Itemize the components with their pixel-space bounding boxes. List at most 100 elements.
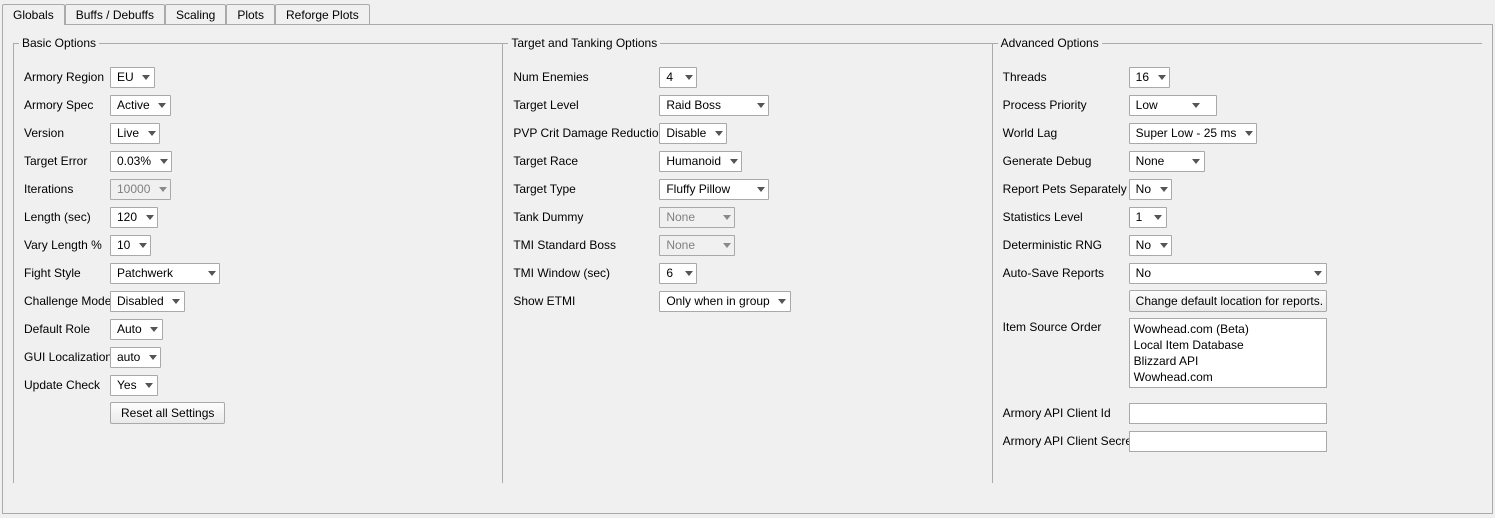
- select-tmi-boss: None: [659, 235, 735, 256]
- chevron-down-icon: [1155, 187, 1171, 192]
- label-show-etmi: Show ETMI: [513, 294, 659, 308]
- chevron-down-icon: [680, 75, 696, 80]
- label-target-race: Target Race: [513, 154, 659, 168]
- input-api-secret[interactable]: [1129, 431, 1327, 452]
- chevron-down-icon: [138, 75, 154, 80]
- select-report-pets[interactable]: No: [1129, 179, 1172, 200]
- chevron-down-icon: [752, 103, 768, 108]
- select-armory-spec[interactable]: Active: [110, 95, 171, 116]
- groupbox-advanced: Advanced Options Threads 16 Process Prio…: [992, 43, 1482, 483]
- label-target-level: Target Level: [513, 98, 659, 112]
- input-api-id[interactable]: [1129, 403, 1327, 424]
- label-stats-level: Statistics Level: [1003, 210, 1129, 224]
- group-legend: Target and Tanking Options: [508, 36, 660, 50]
- label-target-error: Target Error: [24, 154, 110, 168]
- chevron-down-icon: [203, 271, 219, 276]
- select-length[interactable]: 120: [110, 207, 158, 228]
- tab-reforge[interactable]: Reforge Plots: [275, 4, 370, 25]
- label-armory-spec: Armory Spec: [24, 98, 110, 112]
- label-priority: Process Priority: [1003, 98, 1129, 112]
- tab-scaling[interactable]: Scaling: [165, 4, 226, 25]
- select-det-rng[interactable]: No: [1129, 235, 1172, 256]
- list-item[interactable]: Blizzard API: [1134, 353, 1322, 369]
- label-item-source: Item Source Order: [1003, 318, 1129, 334]
- tab-label: Globals: [13, 8, 54, 22]
- select-world-lag[interactable]: Super Low - 25 ms: [1129, 123, 1258, 144]
- select-tmi-window[interactable]: 6: [659, 263, 697, 284]
- select-priority[interactable]: Low: [1129, 95, 1217, 116]
- listbox-item-source[interactable]: Wowhead.com (Beta) Local Item Database B…: [1129, 318, 1327, 388]
- label-world-lag: World Lag: [1003, 126, 1129, 140]
- tab-plots[interactable]: Plots: [226, 4, 275, 25]
- label-api-secret: Armory API Client Secret: [1003, 434, 1129, 448]
- chevron-down-icon: [144, 355, 160, 360]
- label-pvp-crit: PVP Crit Damage Reduction: [513, 126, 659, 140]
- label-length: Length (sec): [24, 210, 110, 224]
- select-show-etmi[interactable]: Only when in group: [659, 291, 790, 312]
- select-challenge-mode[interactable]: Disabled: [110, 291, 185, 312]
- chevron-down-icon: [680, 271, 696, 276]
- tab-globals[interactable]: Globals: [2, 4, 65, 25]
- select-target-race[interactable]: Humanoid: [659, 151, 742, 172]
- select-vary-length[interactable]: 10: [110, 235, 151, 256]
- tab-panel-globals: Basic Options Armory Region EU Armory Sp…: [2, 24, 1493, 514]
- chevron-down-icon: [718, 215, 734, 220]
- label-tank-dummy: Tank Dummy: [513, 210, 659, 224]
- list-item[interactable]: Wowhead.com: [1134, 369, 1322, 385]
- label-gen-debug: Generate Debug: [1003, 154, 1129, 168]
- tab-label: Buffs / Debuffs: [76, 8, 154, 22]
- select-gen-debug[interactable]: None: [1129, 151, 1205, 172]
- select-threads[interactable]: 16: [1129, 67, 1170, 88]
- chevron-down-icon: [1155, 243, 1171, 248]
- chevron-down-icon: [774, 299, 790, 304]
- select-autosave[interactable]: No: [1129, 263, 1327, 284]
- select-num-enemies[interactable]: 4: [659, 67, 697, 88]
- select-update-check[interactable]: Yes: [110, 375, 158, 396]
- select-target-error[interactable]: 0.03%: [110, 151, 172, 172]
- label-gui-local: GUI Localization: [24, 350, 110, 364]
- tab-buffs[interactable]: Buffs / Debuffs: [65, 4, 165, 25]
- select-version[interactable]: Live: [110, 123, 160, 144]
- select-default-role[interactable]: Auto: [110, 319, 163, 340]
- list-item[interactable]: Local Item Database: [1134, 337, 1322, 353]
- label-version: Version: [24, 126, 110, 140]
- group-legend: Advanced Options: [998, 36, 1102, 50]
- label-default-role: Default Role: [24, 322, 110, 336]
- tab-label: Reforge Plots: [286, 8, 359, 22]
- chevron-down-icon: [1150, 215, 1166, 220]
- select-target-type[interactable]: Fluffy Pillow: [659, 179, 769, 200]
- label-iterations: Iterations: [24, 182, 110, 196]
- select-gui-local[interactable]: auto: [110, 347, 161, 368]
- tab-label: Plots: [237, 8, 264, 22]
- change-location-button[interactable]: Change default location for reports.: [1129, 290, 1327, 312]
- chevron-down-icon: [710, 131, 726, 136]
- reset-button[interactable]: Reset all Settings: [110, 402, 225, 424]
- chevron-down-icon: [141, 215, 157, 220]
- chevron-down-icon: [718, 243, 734, 248]
- label-update-check: Update Check: [24, 378, 110, 392]
- label-tmi-boss: TMI Standard Boss: [513, 238, 659, 252]
- select-pvp-crit[interactable]: Disable: [659, 123, 727, 144]
- label-autosave: Auto-Save Reports: [1003, 266, 1129, 280]
- chevron-down-icon: [1310, 271, 1326, 276]
- label-num-enemies: Num Enemies: [513, 70, 659, 84]
- select-stats-level[interactable]: 1: [1129, 207, 1167, 228]
- select-fight-style[interactable]: Patchwerk: [110, 263, 220, 284]
- label-fight-style: Fight Style: [24, 266, 110, 280]
- select-armory-region[interactable]: EU: [110, 67, 155, 88]
- label-det-rng: Deterministic RNG: [1003, 238, 1129, 252]
- label-api-id: Armory API Client Id: [1003, 406, 1129, 420]
- chevron-down-icon: [146, 327, 162, 332]
- chevron-down-icon: [1188, 103, 1204, 108]
- list-item[interactable]: Wowhead.com (Beta): [1134, 321, 1322, 337]
- chevron-down-icon: [154, 187, 170, 192]
- chevron-down-icon: [1153, 75, 1169, 80]
- tab-label: Scaling: [176, 8, 215, 22]
- select-target-level[interactable]: Raid Boss: [659, 95, 769, 116]
- select-tank-dummy: None: [659, 207, 735, 228]
- label-threads: Threads: [1003, 70, 1129, 84]
- chevron-down-icon: [752, 187, 768, 192]
- chevron-down-icon: [154, 103, 170, 108]
- chevron-down-icon: [1240, 131, 1256, 136]
- chevron-down-icon: [725, 159, 741, 164]
